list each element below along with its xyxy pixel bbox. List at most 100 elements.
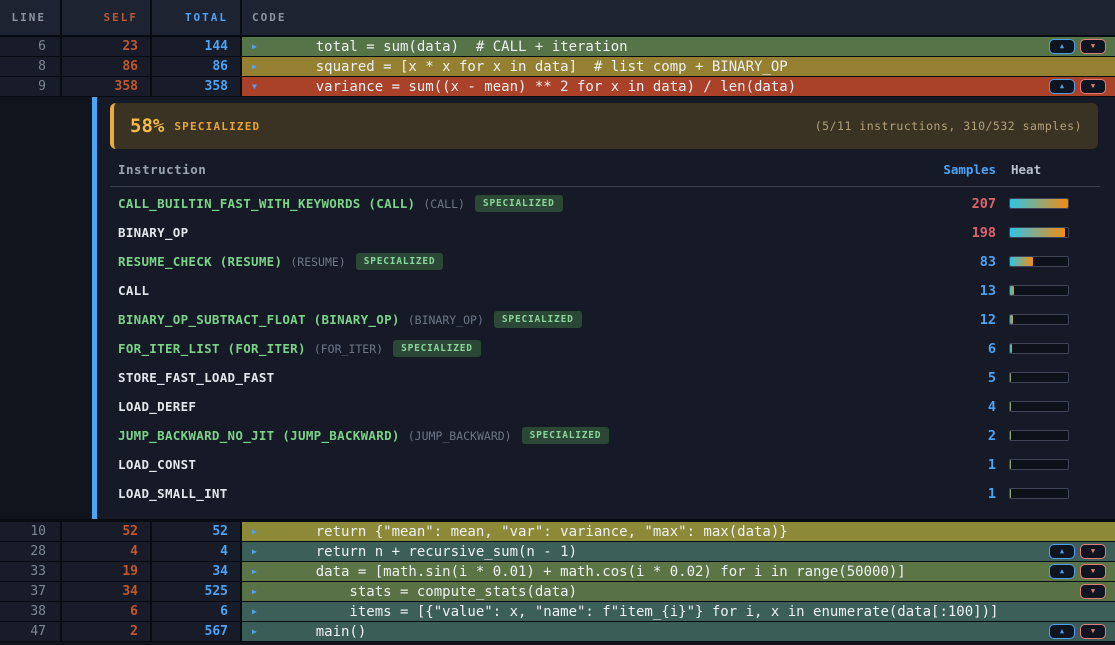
code-row[interactable]: 3866▶ items = [{"value": x, "name": f"it… — [0, 602, 1115, 622]
profiler-table-header: LINE SELF TOTAL CODE — [0, 0, 1115, 37]
line-number-cell: 33 — [0, 562, 62, 581]
instruction-name: LOAD_DEREF — [118, 399, 196, 414]
profiler-app: LINE SELF TOTAL CODE 623144▶ total = sum… — [0, 0, 1115, 645]
total-samples-cell: 567 — [152, 622, 242, 641]
code-line-text: variance = sum((x - mean) ** 2 for x in … — [282, 79, 796, 95]
move-down-button[interactable]: ▼ — [1080, 544, 1106, 559]
move-down-button[interactable]: ▼ — [1080, 564, 1106, 579]
code-row[interactable]: 3734525▶ stats = compute_stats(data)▼ — [0, 582, 1115, 602]
samples-value: 83 — [926, 254, 996, 270]
code-row[interactable]: 2844▶ return n + recursive_sum(n - 1)▲▼ — [0, 542, 1115, 562]
expand-icon[interactable]: ▶ — [252, 547, 266, 556]
heat-bar-track — [1009, 488, 1069, 499]
samples-column-header[interactable]: Samples — [926, 162, 996, 177]
expand-icon[interactable]: ▶ — [252, 42, 266, 51]
instruction-base-name: (RESUME) — [290, 255, 345, 269]
column-header-line: LINE — [0, 0, 62, 35]
instruction-name: LOAD_CONST — [118, 457, 196, 472]
total-samples-cell: 358 — [152, 77, 242, 96]
expand-icon[interactable]: ▶ — [252, 527, 266, 536]
move-up-button[interactable]: ▲ — [1049, 564, 1075, 579]
code-cell[interactable]: ▶ total = sum(data) # CALL + iteration▲▼ — [242, 37, 1115, 56]
code-row[interactable]: 9358358▼ variance = sum((x - mean) ** 2 … — [0, 77, 1115, 97]
code-row[interactable]: 472567▶ main()▲▼ — [0, 622, 1115, 642]
heat-bar-track — [1009, 198, 1069, 209]
instruction-name: CALL_BUILTIN_FAST_WITH_KEYWORDS (CALL) — [118, 196, 415, 211]
move-up-button[interactable]: ▲ — [1049, 39, 1075, 54]
code-row[interactable]: 623144▶ total = sum(data) # CALL + itera… — [0, 37, 1115, 57]
line-number-cell: 47 — [0, 622, 62, 641]
instruction-name: CALL — [118, 283, 149, 298]
heat-bar-fill — [1010, 460, 1011, 469]
heat-bar-track — [1009, 314, 1069, 325]
total-samples-cell: 6 — [152, 602, 242, 621]
expand-icon[interactable]: ▶ — [252, 62, 266, 71]
expand-icon[interactable]: ▶ — [252, 567, 266, 576]
self-samples-cell: 34 — [62, 582, 152, 601]
samples-value: 13 — [926, 283, 996, 299]
instruction-name: STORE_FAST_LOAD_FAST — [118, 370, 275, 385]
move-down-button[interactable]: ▼ — [1080, 79, 1106, 94]
instruction-name: BINARY_OP — [118, 225, 188, 240]
total-samples-cell: 525 — [152, 582, 242, 601]
code-row[interactable]: 88686▶ squared = [x * x for x in data] #… — [0, 57, 1115, 77]
specialized-percent: 58% — [130, 115, 164, 137]
total-samples-cell: 34 — [152, 562, 242, 581]
specialized-badge: SPECIALIZED — [522, 427, 610, 444]
code-cell[interactable]: ▶ return {"mean": mean, "var": variance,… — [242, 522, 1115, 541]
code-row[interactable]: 331934▶ data = [math.sin(i * 0.01) + mat… — [0, 562, 1115, 582]
expand-icon[interactable]: ▶ — [252, 587, 266, 596]
instruction-name: FOR_ITER_LIST (FOR_ITER) — [118, 341, 306, 356]
move-up-button[interactable]: ▲ — [1049, 544, 1075, 559]
code-line-text: squared = [x * x for x in data] # list c… — [282, 59, 788, 75]
instruction-base-name: (JUMP_BACKWARD) — [408, 429, 512, 443]
line-number-cell: 6 — [0, 37, 62, 56]
instruction-base-name: (BINARY_OP) — [408, 313, 484, 327]
expand-icon[interactable]: ▶ — [252, 627, 266, 636]
instruction-row: FOR_ITER_LIST (FOR_ITER)(FOR_ITER)SPECIA… — [110, 334, 1100, 363]
heat-bar-fill — [1010, 402, 1011, 411]
code-cell[interactable]: ▶ items = [{"value": x, "name": f"item_{… — [242, 602, 1115, 621]
code-cell[interactable]: ▶ data = [math.sin(i * 0.01) + math.cos(… — [242, 562, 1115, 581]
line-number-cell: 28 — [0, 542, 62, 561]
heat-bar-track — [1009, 256, 1069, 267]
code-cell[interactable]: ▶ main()▲▼ — [242, 622, 1115, 641]
heat-bar-fill — [1010, 489, 1011, 498]
collapse-icon[interactable]: ▼ — [252, 82, 266, 91]
self-samples-cell: 52 — [62, 522, 152, 541]
instruction-name: JUMP_BACKWARD_NO_JIT (JUMP_BACKWARD) — [118, 428, 400, 443]
self-samples-cell: 86 — [62, 57, 152, 76]
code-line-text: return n + recursive_sum(n - 1) — [282, 544, 577, 560]
self-samples-cell: 4 — [62, 542, 152, 561]
instruction-row: JUMP_BACKWARD_NO_JIT (JUMP_BACKWARD) (JUM… — [110, 421, 1100, 450]
move-down-button[interactable]: ▼ — [1080, 584, 1106, 599]
samples-value: 4 — [926, 399, 996, 415]
code-rows-top: 623144▶ total = sum(data) # CALL + itera… — [0, 37, 1115, 97]
instruction-table-header: Instruction Samples Heat — [110, 162, 1100, 187]
specialized-label: SPECIALIZED — [174, 120, 260, 133]
heat-bar-track — [1009, 401, 1069, 412]
specialized-badge: SPECIALIZED — [356, 253, 444, 270]
specialized-badge: SPECIALIZED — [475, 195, 563, 212]
move-down-button[interactable]: ▼ — [1080, 39, 1106, 54]
heat-bar-track — [1009, 285, 1069, 296]
samples-value: 1 — [926, 457, 996, 473]
code-cell[interactable]: ▶ stats = compute_stats(data)▼ — [242, 582, 1115, 601]
code-cell[interactable]: ▶ squared = [x * x for x in data] # list… — [242, 57, 1115, 76]
heat-bar-track — [1009, 372, 1069, 383]
code-row[interactable]: 105252▶ return {"mean": mean, "var": var… — [0, 522, 1115, 542]
heat-bar-track — [1009, 343, 1069, 354]
instruction-name: BINARY_OP_SUBTRACT_FLOAT (BINARY_OP) — [118, 312, 400, 327]
instruction-row: BINARY_OP198 — [110, 218, 1100, 247]
line-number-cell: 37 — [0, 582, 62, 601]
samples-value: 6 — [926, 341, 996, 357]
move-up-button[interactable]: ▲ — [1049, 624, 1075, 639]
code-cell[interactable]: ▼ variance = sum((x - mean) ** 2 for x i… — [242, 77, 1115, 96]
move-down-button[interactable]: ▼ — [1080, 624, 1106, 639]
move-up-button[interactable]: ▲ — [1049, 79, 1075, 94]
instruction-row: RESUME_CHECK (RESUME)(RESUME)SPECIALIZED… — [110, 247, 1100, 276]
expand-icon[interactable]: ▶ — [252, 607, 266, 616]
code-cell[interactable]: ▶ return n + recursive_sum(n - 1) ▲ ▼ — [242, 542, 1115, 561]
expanded-gutter — [0, 97, 92, 519]
self-samples-cell: 19 — [62, 562, 152, 581]
